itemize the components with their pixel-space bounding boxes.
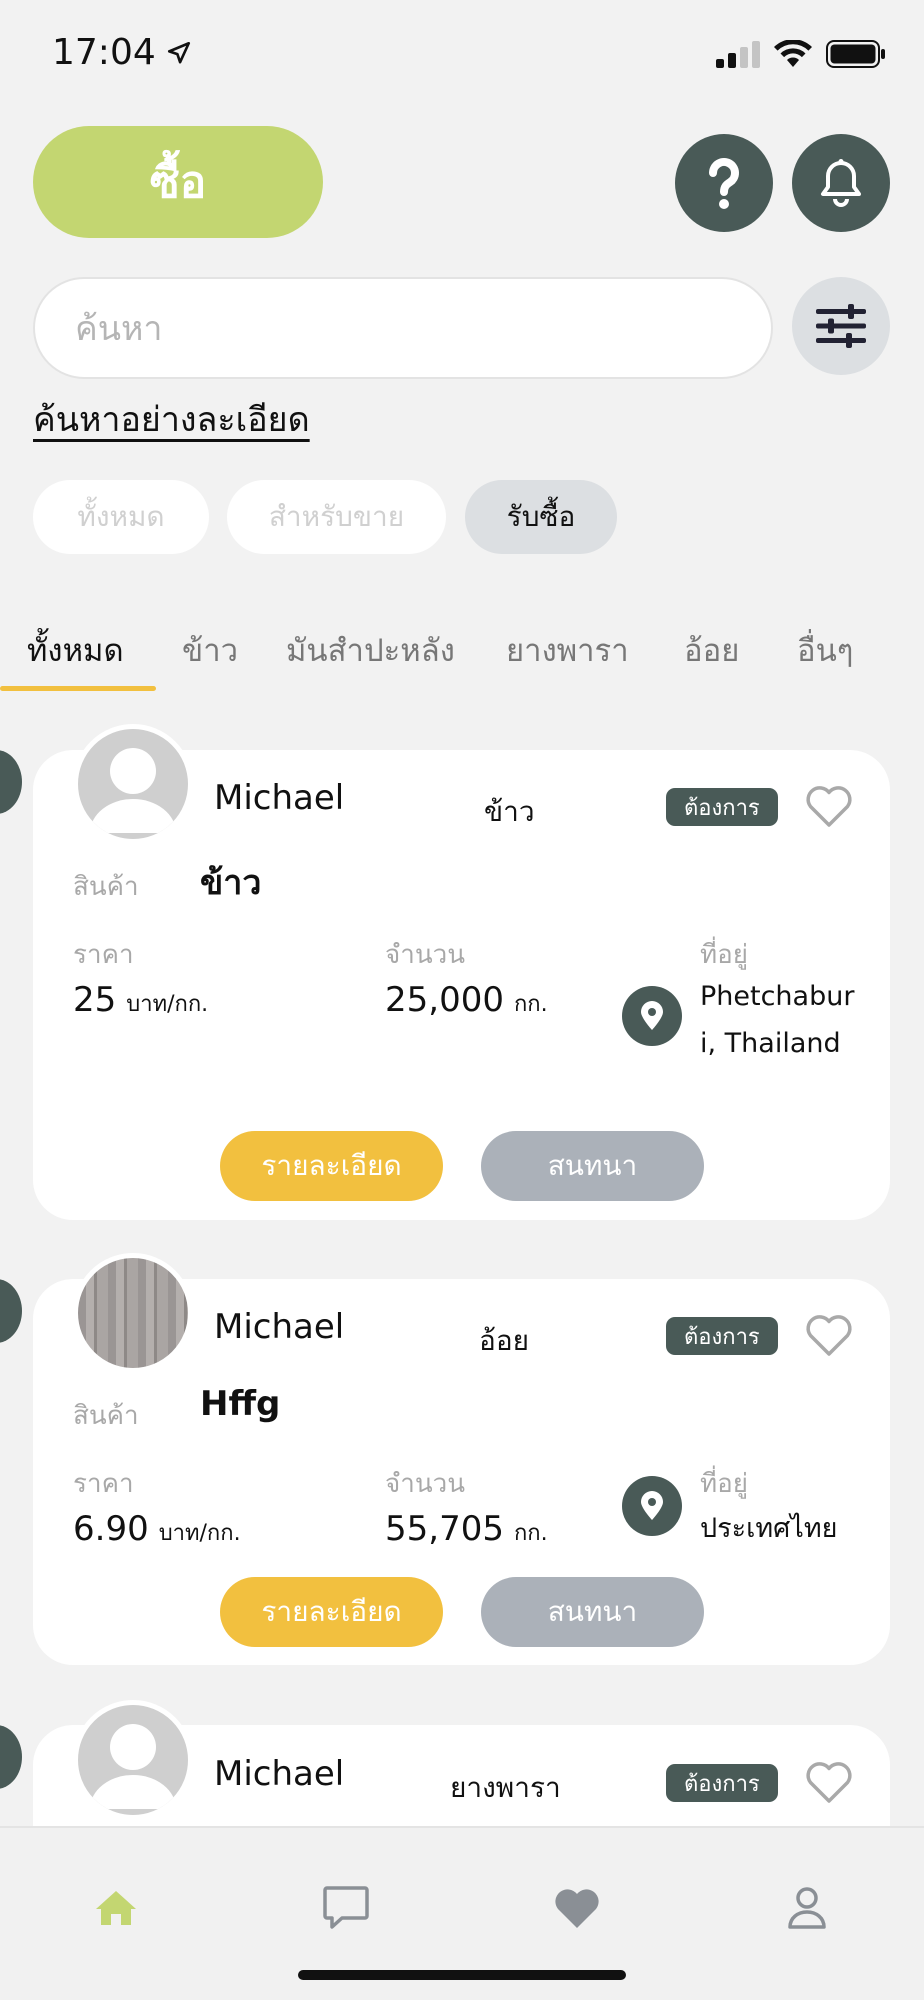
chip-all[interactable]: ทั้งหมด	[33, 480, 209, 554]
profile-icon	[788, 1887, 826, 1929]
home-icon	[96, 1891, 136, 1925]
notifications-button[interactable]	[792, 134, 890, 232]
nav-chat[interactable]	[316, 1878, 376, 1938]
listing-user-name[interactable]: Michael	[214, 1307, 344, 1347]
heart-outline-icon	[806, 786, 852, 827]
favorite-button[interactable]	[805, 1760, 853, 1804]
chat-button[interactable]: สนทนา	[481, 1131, 704, 1201]
quantity-number: 55,705	[385, 1509, 504, 1549]
question-mark-icon	[709, 158, 739, 209]
details-button[interactable]: รายละเอียด	[220, 1577, 443, 1647]
tab-rice[interactable]: ข้าว	[182, 625, 238, 675]
price-number: 25	[73, 980, 117, 1020]
user-avatar[interactable]	[73, 724, 193, 844]
wifi-icon	[774, 40, 812, 67]
price-unit: บาท/กก.	[126, 992, 209, 1017]
nav-home[interactable]	[86, 1878, 146, 1938]
nav-profile[interactable]	[777, 1878, 837, 1938]
quantity-number: 25,000	[385, 980, 504, 1020]
status-time-text: 17:04	[52, 32, 156, 73]
default-avatar-icon	[90, 1724, 176, 1809]
price-label: ราคา	[73, 1469, 134, 1499]
tab-rubber[interactable]: ยางพารา	[506, 625, 629, 675]
heart-outline-icon	[806, 1762, 852, 1803]
default-avatar-icon	[90, 748, 176, 833]
advanced-search-link[interactable]: ค้นหาอย่างละเอียด	[33, 392, 310, 446]
address-label: ที่อยู่	[700, 1469, 748, 1499]
quantity-label: จำนวน	[385, 940, 465, 970]
address-label: ที่อยู่	[700, 940, 748, 970]
search-input[interactable]: ค้นหา	[33, 277, 773, 379]
card-edge-dot	[0, 750, 22, 814]
tab-others[interactable]: อื่นๆ	[797, 625, 853, 675]
quantity-unit: กก.	[513, 992, 548, 1017]
listing-user-name[interactable]: Michael	[214, 778, 344, 818]
tab-sugarcane[interactable]: อ้อย	[684, 625, 739, 675]
sliders-icon	[816, 304, 866, 348]
user-avatar-photo[interactable]	[73, 1253, 193, 1373]
want-badge: ต้องการ	[666, 1764, 778, 1802]
want-badge: ต้องการ	[666, 788, 778, 826]
app-screen: 17:04 ซื้อ ค้นหา ค้นหาอย่างละเอียด ทั้งห…	[0, 0, 924, 2000]
location-pin-icon	[622, 986, 682, 1046]
listing-category: ยางพารา	[450, 1771, 561, 1804]
buy-button-label: ซื้อ	[149, 157, 207, 208]
heart-icon	[555, 1889, 599, 1928]
cellular-signal-icon	[716, 41, 760, 68]
quantity-unit: กก.	[513, 1521, 548, 1546]
nav-favorites[interactable]	[547, 1878, 607, 1938]
tab-cassava[interactable]: มันสำปะหลัง	[286, 625, 455, 675]
price-label: ราคา	[73, 940, 134, 970]
location-pin-icon	[622, 1476, 682, 1536]
want-badge: ต้องการ	[666, 1317, 778, 1355]
chat-button[interactable]: สนทนา	[481, 1577, 704, 1647]
listing-category: ข้าว	[484, 795, 535, 828]
price-value: 25 บาท/กก.	[73, 980, 208, 1021]
price-value: 6.90 บาท/กก.	[73, 1509, 241, 1550]
search-placeholder: ค้นหา	[75, 309, 163, 349]
chip-buying[interactable]: รับซื้อ	[465, 480, 617, 554]
listing-category: อ้อย	[479, 1324, 530, 1357]
details-button[interactable]: รายละเอียด	[220, 1131, 443, 1201]
product-label: สินค้า	[73, 1401, 139, 1431]
quantity-value: 25,000 กก.	[385, 980, 548, 1021]
address-value: ประเทศไทย	[700, 1513, 838, 1544]
card-edge-dot	[0, 1279, 22, 1343]
price-unit: บาท/กก.	[158, 1521, 241, 1546]
tab-all[interactable]: ทั้งหมด	[27, 625, 124, 675]
user-avatar[interactable]	[73, 1700, 193, 1820]
chat-icon	[323, 1886, 369, 1929]
product-name: Hffg	[200, 1384, 281, 1424]
buy-button[interactable]: ซื้อ	[33, 126, 323, 238]
listing-user-name[interactable]: Michael	[214, 1754, 344, 1794]
battery-icon	[826, 40, 885, 68]
tab-active-indicator	[0, 686, 156, 691]
product-name: ข้าว	[200, 863, 262, 903]
address-value: Phetchaburi, Thailand	[700, 981, 855, 1059]
home-indicator	[298, 1970, 626, 1980]
favorite-button[interactable]	[805, 784, 853, 828]
filter-button[interactable]	[792, 277, 890, 375]
chip-for-sale[interactable]: สำหรับขาย	[227, 480, 446, 554]
bell-icon	[821, 159, 861, 207]
status-bar: 17:04	[0, 0, 924, 110]
status-icons	[716, 40, 886, 68]
product-label: สินค้า	[73, 872, 139, 902]
location-arrow-icon	[167, 41, 190, 64]
quantity-label: จำนวน	[385, 1469, 465, 1499]
card-edge-dot	[0, 1725, 22, 1789]
favorite-button[interactable]	[805, 1313, 853, 1357]
help-button[interactable]	[675, 134, 773, 232]
heart-outline-icon	[806, 1315, 852, 1356]
price-number: 6.90	[73, 1509, 149, 1549]
status-time: 17:04	[52, 32, 192, 73]
quantity-value: 55,705 กก.	[385, 1509, 548, 1550]
